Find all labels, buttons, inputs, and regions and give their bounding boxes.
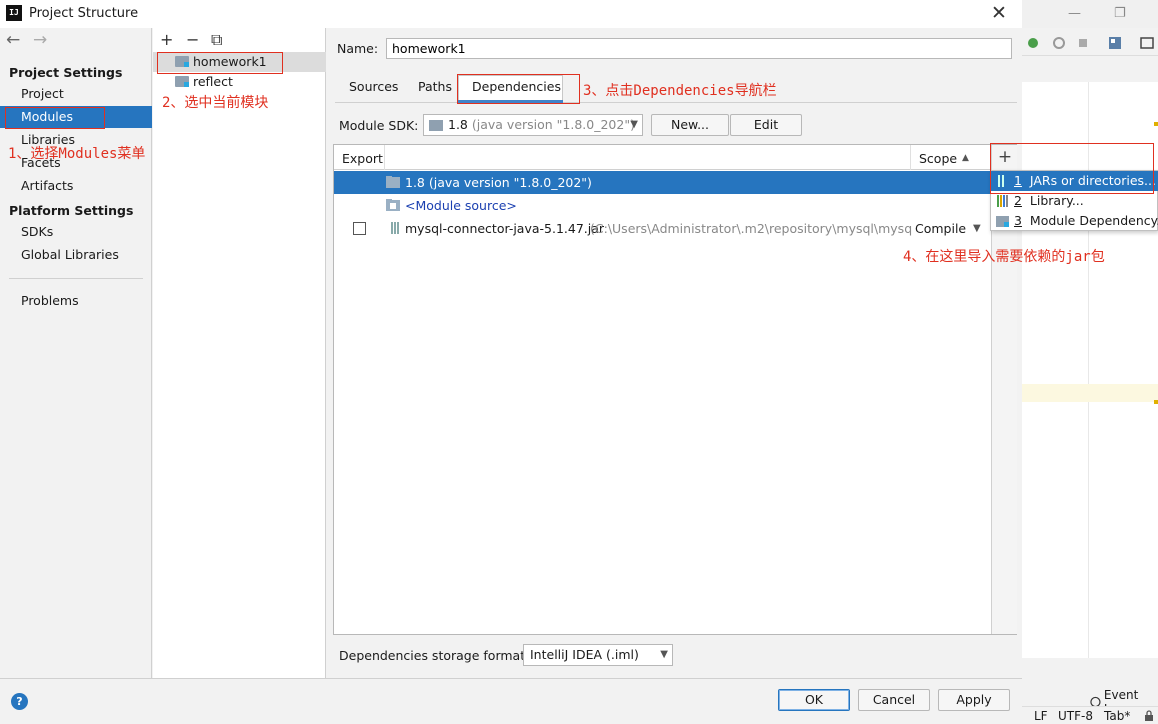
storage-format-value: IntelliJ IDEA (.iml)	[530, 647, 639, 662]
table-row[interactable]: <Module source>	[334, 194, 991, 217]
module-name-input[interactable]	[386, 38, 1012, 59]
cancel-button[interactable]: Cancel	[858, 689, 930, 711]
platform-settings-header: Platform Settings	[9, 203, 134, 218]
dep-path: (C:\Users\Administrator\.m2\repository\m…	[590, 221, 912, 236]
tab-sources[interactable]: Sources	[349, 79, 398, 94]
help-icon[interactable]: ?	[11, 693, 28, 710]
background-statusbar: LF UTF-8 Tab*	[1022, 706, 1158, 724]
restore-icon[interactable]: ❐	[1114, 6, 1126, 21]
sort-ascending-icon: ▲	[962, 153, 969, 163]
stop-icon[interactable]	[1076, 36, 1090, 50]
dep-scope[interactable]: Compile	[915, 217, 966, 240]
menu-item-library[interactable]: 2 Library...	[991, 191, 1158, 211]
indent-status[interactable]: Tab*	[1104, 709, 1130, 723]
storage-format-label: Dependencies storage format:	[339, 648, 530, 663]
sdk-detail: (java version "1.8.0_202")	[471, 117, 635, 132]
chevron-down-icon: ▼	[660, 649, 668, 660]
project-structure-icon[interactable]	[1108, 36, 1122, 50]
ok-button[interactable]: OK	[778, 689, 850, 711]
dep-name: mysql-connector-java-5.1.47.jar	[405, 221, 605, 236]
project-structure-dialog: IJ Project Structure ✕ ← → Project Setti…	[0, 0, 1022, 724]
menu-item-label: Library...	[1029, 193, 1084, 208]
nav-item-project[interactable]: Project	[0, 83, 152, 105]
terminal-icon[interactable]	[1140, 36, 1154, 50]
table-row[interactable]: 1.8 (java version "1.8.0_202")	[334, 171, 991, 194]
editor-marker	[1154, 400, 1158, 404]
storage-format-select[interactable]: IntelliJ IDEA (.iml) ▼	[523, 644, 673, 666]
dialog-button-bar: ? OK Cancel Apply	[0, 678, 1022, 724]
export-checkbox[interactable]	[353, 222, 366, 235]
module-folder-icon	[996, 216, 1009, 227]
editor-marker	[1154, 122, 1158, 126]
dialog-titlebar: IJ Project Structure ✕	[0, 0, 1022, 28]
menu-item-label: Module Dependency...	[1029, 213, 1158, 228]
close-button[interactable]: ✕	[988, 2, 1010, 24]
col-scope-header[interactable]: Scope	[919, 151, 957, 166]
table-header: Export Scope ▲	[334, 145, 991, 170]
background-ide-titlebar: — ❐	[1022, 0, 1158, 28]
module-sdk-label: Module SDK:	[339, 118, 419, 133]
chevron-down-icon[interactable]: ▼	[973, 217, 981, 240]
col-export-header[interactable]: Export	[342, 151, 383, 166]
dialog-title: Project Structure	[29, 6, 139, 21]
nav-item-artifacts[interactable]: Artifacts	[0, 175, 152, 197]
column-separator	[910, 145, 911, 170]
nav-divider	[9, 278, 143, 279]
jar-library-icon	[391, 222, 399, 234]
sdk-folder-icon	[386, 176, 400, 188]
project-settings-header: Project Settings	[9, 65, 123, 80]
copy-module-icon[interactable]: ⧉	[211, 30, 222, 50]
library-icon	[997, 195, 1008, 207]
background-ide-window: — ❐ Event Log LF UTF-8 Tab*	[1022, 0, 1158, 724]
coverage-icon[interactable]	[1052, 36, 1066, 50]
tree-item-label: reflect	[193, 74, 233, 89]
add-module-icon[interactable]: +	[160, 30, 173, 49]
sdk-value: 1.8	[448, 117, 468, 132]
background-ide-toolbar	[1022, 30, 1158, 56]
remove-module-icon[interactable]: −	[186, 30, 199, 49]
annotation-step1: 1、选择Modules菜单	[8, 146, 146, 162]
annotation-box-add-menu	[990, 143, 1154, 194]
column-separator	[384, 145, 385, 170]
name-label: Name:	[337, 41, 379, 56]
forward-arrow-icon[interactable]: →	[33, 30, 47, 50]
annotation-step3: 3、点击Dependencies导航栏	[583, 83, 777, 99]
menu-item-number: 2	[1014, 193, 1022, 208]
edit-sdk-button[interactable]: Edit	[730, 114, 802, 136]
dep-name: <Module source>	[405, 198, 517, 213]
tree-item-reflect[interactable]: reflect	[153, 72, 326, 92]
apply-button[interactable]: Apply	[938, 689, 1010, 711]
annotation-step2: 2、选中当前模块	[162, 95, 269, 111]
annotation-box-dependencies-tab	[457, 74, 580, 104]
annotation-box-modules	[5, 107, 105, 129]
intellij-logo-icon: IJ	[6, 5, 22, 21]
modules-tree-panel: + − ⧉ homework1 reflect	[153, 28, 326, 678]
module-folder-icon	[175, 76, 189, 87]
lock-icon[interactable]	[1143, 710, 1155, 722]
menu-item-number: 3	[1014, 213, 1022, 228]
table-row[interactable]: mysql-connector-java-5.1.47.jar (C:\User…	[334, 217, 991, 240]
source-folder-icon	[386, 199, 400, 211]
line-separator-status[interactable]: LF	[1034, 709, 1048, 723]
back-arrow-icon[interactable]: ←	[6, 30, 20, 50]
minimize-icon[interactable]: —	[1068, 6, 1081, 21]
dep-name: 1.8 (java version "1.8.0_202")	[405, 175, 592, 190]
chevron-down-icon: ▼	[630, 119, 638, 130]
debug-icon[interactable]	[1026, 36, 1040, 50]
annotation-box-module	[157, 52, 283, 74]
encoding-status[interactable]: UTF-8	[1058, 709, 1093, 723]
annotation-step4: 4、在这里导入需要依赖的jar包	[903, 249, 1105, 265]
tab-paths[interactable]: Paths	[418, 79, 452, 94]
tab-strip-divider	[335, 102, 1017, 103]
nav-item-problems[interactable]: Problems	[0, 290, 152, 312]
sdk-folder-icon	[429, 120, 443, 131]
dependencies-table: Export Scope ▲ 1.8 (java version "1.8.0_…	[333, 144, 1017, 635]
module-settings-panel: Name: Sources Paths Dependencies Module …	[327, 28, 1022, 678]
editor-highlight-line	[1022, 384, 1158, 402]
new-sdk-button[interactable]: New...	[651, 114, 729, 136]
nav-item-sdks[interactable]: SDKs	[0, 221, 152, 243]
menu-item-module-dependency[interactable]: 3 Module Dependency...	[991, 211, 1158, 231]
module-sdk-select[interactable]: 1.8 (java version "1.8.0_202") ▼	[423, 114, 643, 136]
nav-item-global-libraries[interactable]: Global Libraries	[0, 244, 152, 266]
